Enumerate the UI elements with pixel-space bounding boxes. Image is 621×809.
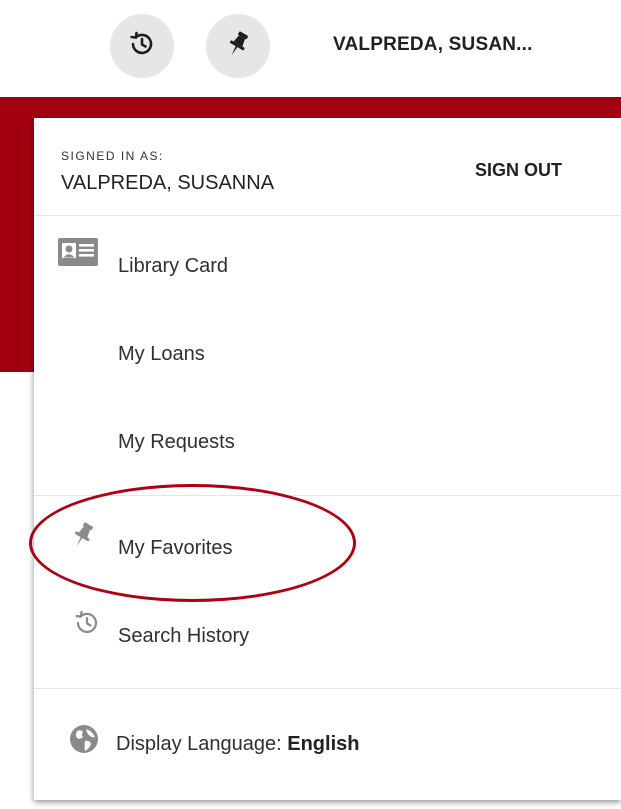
menu-item-label: My Favorites [118,537,233,559]
globe-icon [68,723,100,760]
user-dropdown-menu: SIGNED IN AS: VALPREDA, SUSANNA SIGN OUT… [34,118,621,800]
menu-item-my-requests[interactable]: My Requests [34,414,621,474]
sign-out-button[interactable]: SIGN OUT [475,160,562,181]
signed-in-label: SIGNED IN AS: [61,149,164,163]
menu-item-label: Library Card [118,255,229,277]
menu-item-label: Search History [118,625,250,647]
signed-in-user-name: VALPREDA, SUSANNA [61,172,275,194]
pin-icon [223,29,253,64]
divider [34,495,621,496]
favorites-button[interactable] [206,14,270,78]
menu-item-my-loans[interactable]: My Loans [34,326,621,386]
display-language-text: Display Language: English [116,733,359,756]
pin-icon [68,520,98,555]
signed-in-section: SIGNED IN AS: VALPREDA, SUSANNA SIGN OUT [34,118,621,216]
menu-item-library-card[interactable]: Library Card [34,238,621,298]
display-language-label: Display Language: [116,733,282,755]
search-history-button[interactable] [110,14,174,78]
menu-item-label: My Requests [118,431,235,453]
menu-item-my-favorites[interactable]: My Favorites [34,520,621,580]
history-icon [127,29,157,64]
menu-item-search-history[interactable]: Search History [34,608,621,668]
menu-item-label: My Loans [118,343,205,365]
id-card-icon [58,238,98,273]
divider [34,688,621,689]
display-language-value: English [287,733,360,755]
menu-item-display-language[interactable]: Display Language: English [34,715,621,775]
user-menu-toggle[interactable]: VALPREDA, SUSAN... [333,34,533,56]
page: VALPREDA, SUSAN... SIGNED IN AS: VALPRED… [0,0,621,809]
top-bar: VALPREDA, SUSAN... [0,0,621,97]
history-icon [72,608,102,643]
